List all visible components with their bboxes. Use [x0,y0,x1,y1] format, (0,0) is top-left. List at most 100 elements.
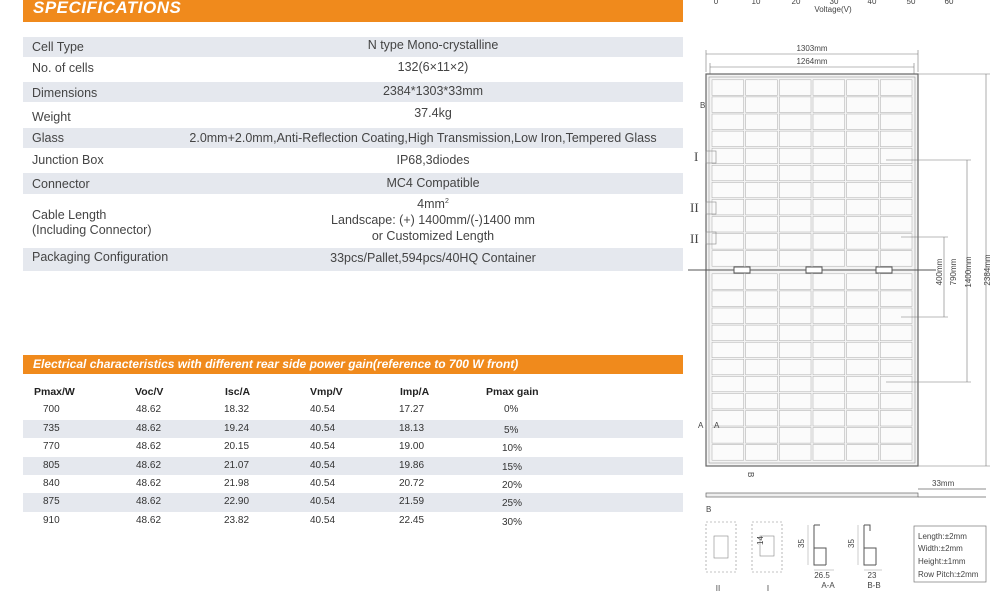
height-400-label: 400mm [935,258,944,285]
tick-label: 50 [907,0,916,6]
section-bb-profile [857,524,882,571]
cell: 21.07 [224,459,250,471]
solar-cell [779,216,812,233]
axis-label: Voltage(V) [814,5,852,14]
spec-label: Dimensions [32,86,98,100]
table-row: 840 48.62 21.98 40.54 20.72 20% [23,475,683,493]
solar-cell [779,250,812,267]
column-header: Voc/V [135,386,164,398]
solar-cell [711,130,744,147]
aa-width-dimension: 26.5 [814,571,830,580]
table-header-row: Pmax/W Voc/V Isc/A Vmp/V Imp/A Pmax gain [23,383,683,401]
cell: 10% [502,443,523,455]
solar-cell [846,307,879,324]
cell: 48.62 [136,496,162,508]
thickness-label: 33mm [932,479,955,488]
cell: 40.54 [310,514,336,526]
solar-cell [745,250,778,267]
solar-cell [745,410,778,427]
solar-cell [711,273,744,290]
solar-cell [846,444,879,461]
solar-cell [779,182,812,199]
spec-row-junction-box: Junction Box IP68,3diodes [23,148,683,173]
solar-cell [745,307,778,324]
solar-cell [779,79,812,96]
solar-cell [745,233,778,250]
tolerance-length: Length:±2mm [918,532,967,541]
solar-cell [812,376,845,393]
solar-cell [846,273,879,290]
section-b-label: B [700,101,705,110]
solar-cell [846,199,879,216]
cell: 19.00 [399,441,425,453]
column-header: Imp/A [400,386,430,398]
cell: 40.54 [310,404,336,416]
solar-cell [880,147,913,164]
section-a-label: A [698,421,704,430]
solar-cell [711,376,744,393]
spec-value: 2.0mm+2.0mm,Anti-Reflection Coating,High… [189,131,657,145]
solar-cell [711,393,744,410]
solar-cell [711,341,744,358]
detail-ii-section [705,521,737,573]
cell: 19.24 [224,422,250,434]
solar-cell [779,130,812,147]
section-aa-profile [807,524,834,571]
solar-cell [812,147,845,164]
solar-cell [745,393,778,410]
solar-cell [779,147,812,164]
electrical-table: Pmax/W Voc/V Isc/A Vmp/V Imp/A Pmax gain… [23,383,683,530]
spec-value: IP68,3diodes [396,153,470,167]
solar-cell [846,393,879,410]
spec-row-connector: Connector MC4 Compatible [23,173,683,194]
cell: 48.62 [136,477,162,489]
cell: 735 [43,422,60,434]
solar-cell [779,341,812,358]
solar-cell [745,324,778,341]
column-header: Pmax/W [34,386,75,398]
solar-cell [846,341,879,358]
solar-cell [745,341,778,358]
cell: 40.54 [310,422,336,434]
solar-cell [880,199,913,216]
solar-cell [779,290,812,307]
cell: 5% [504,424,519,436]
electrical-header: Electrical characteristics with differen… [23,355,683,374]
solar-cell [846,96,879,113]
solar-cell [846,410,879,427]
cell: 21.98 [224,477,250,489]
detail-i-section [751,521,783,573]
solar-cell [846,359,879,376]
spec-row-packaging: Packaging Configuration 33pcs/Pallet,594… [23,248,683,271]
solar-cell [812,250,845,267]
cell: 19.86 [399,459,425,471]
cell: 20% [502,479,523,491]
bb-height-dimension: 35 [847,539,856,548]
solar-cell [880,393,913,410]
solar-cell [779,233,812,250]
section-aa-label: A-A [821,581,835,590]
cell: 20.72 [399,477,425,489]
solar-cell [880,376,913,393]
solar-cell [880,79,913,96]
solar-cell [779,273,812,290]
width-inner-label: 1264mm [796,57,827,66]
solar-cell [812,427,845,444]
solar-cell [880,96,913,113]
solar-cell [745,165,778,182]
column-header: Isc/A [225,386,251,398]
solar-cell [880,216,913,233]
solar-cell [846,113,879,130]
cell: 22.45 [399,514,425,526]
solar-cell [812,113,845,130]
solar-cell [779,324,812,341]
specifications-table: Cell Type N type Mono-crystalline No. of… [23,37,683,271]
solar-cell [745,273,778,290]
spec-label: Cell Type [32,40,84,54]
solar-cell [880,307,913,324]
height-1400-label: 1400mm [964,256,973,287]
solar-cell [812,79,845,96]
solar-cell [812,216,845,233]
module-dimension-drawing: 0 10 20 30 40 50 60 Voltage(V) 1303mm 12… [688,0,992,593]
spec-label: Junction Box [32,153,104,167]
